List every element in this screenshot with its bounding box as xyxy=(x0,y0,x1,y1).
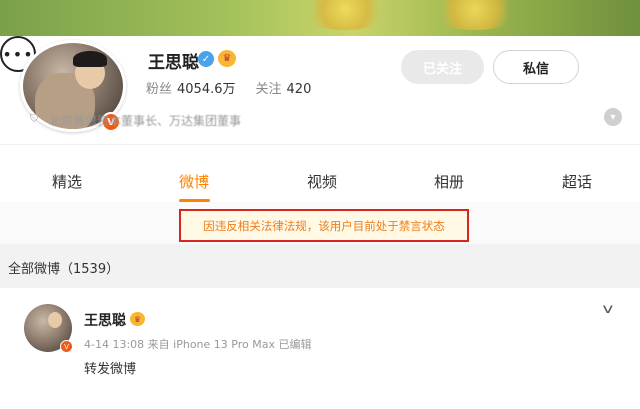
shield-icon: ⛉ xyxy=(30,112,39,125)
post-verified-v-icon: V xyxy=(60,340,73,353)
tab-supertopic[interactable]: 超话 xyxy=(562,171,592,192)
profile-name: 王思聪 xyxy=(148,53,199,73)
fans-count: 4054.6万 xyxy=(177,82,236,97)
all-posts-title[interactable]: 全部微博（1539） xyxy=(8,258,119,277)
following-count: 420 xyxy=(286,82,312,97)
banner-flowers-decoration xyxy=(430,0,520,30)
verified-blue-icon[interactable]: ✓ xyxy=(198,51,214,67)
post-meta: 4-14 13:08 来自 iPhone 13 Pro Max 已编辑 xyxy=(84,338,312,351)
message-button[interactable]: 私信 xyxy=(493,50,579,84)
banned-notice: 因违反相关法律法规，该用户目前处于禁言状态 xyxy=(179,209,469,242)
profile-tabs: 精选 微博 视频 相册 超话 xyxy=(0,160,640,202)
tab-videos[interactable]: 视频 xyxy=(307,171,337,192)
chevron-down-icon[interactable]: ▾ xyxy=(604,108,622,126)
post-author[interactable]: 王思聪 xyxy=(84,310,126,330)
post-card: V 王思聪 ♛ 4-14 13:08 来自 iPhone 13 Pro Max … xyxy=(0,288,640,409)
profile-header: V 王思聪 ✓ ♛ 粉丝 4054.6万 关注 420 已关注 私信 ••• ⛉ 北… xyxy=(0,36,640,144)
avatar-hair-image xyxy=(73,51,107,67)
fans-label: 粉丝 xyxy=(146,82,173,97)
chevron-down-icon[interactable]: v xyxy=(602,302,613,317)
post-avatar-face xyxy=(48,312,62,328)
fans-stat[interactable]: 粉丝 4054.6万 xyxy=(146,78,236,97)
following-label: 关注 xyxy=(255,82,282,97)
profile-bio: 北京普思资本董事长、万达集团董事 xyxy=(49,114,242,128)
followed-button[interactable]: 已关注 xyxy=(401,50,484,84)
header-divider xyxy=(0,144,640,160)
banner-flowers-decoration xyxy=(300,0,390,30)
feed-section-header: 全部微博（1539） xyxy=(0,244,640,288)
vip-crown-icon[interactable]: ♛ xyxy=(218,50,236,67)
bio-row: ⛉ 北京普思资本董事长、万达集团董事 ▾ xyxy=(0,104,640,134)
tab-weibo[interactable]: 微博 xyxy=(179,171,209,192)
post-vip-crown-icon: ♛ xyxy=(130,312,145,326)
profile-stats: 粉丝 4054.6万 关注 420 xyxy=(146,78,311,97)
tab-albums[interactable]: 相册 xyxy=(434,171,464,192)
following-stat[interactable]: 关注 420 xyxy=(256,78,312,97)
post-text: 转发微博 xyxy=(84,362,137,377)
tab-featured[interactable]: 精选 xyxy=(52,171,82,192)
profile-banner xyxy=(0,0,640,36)
